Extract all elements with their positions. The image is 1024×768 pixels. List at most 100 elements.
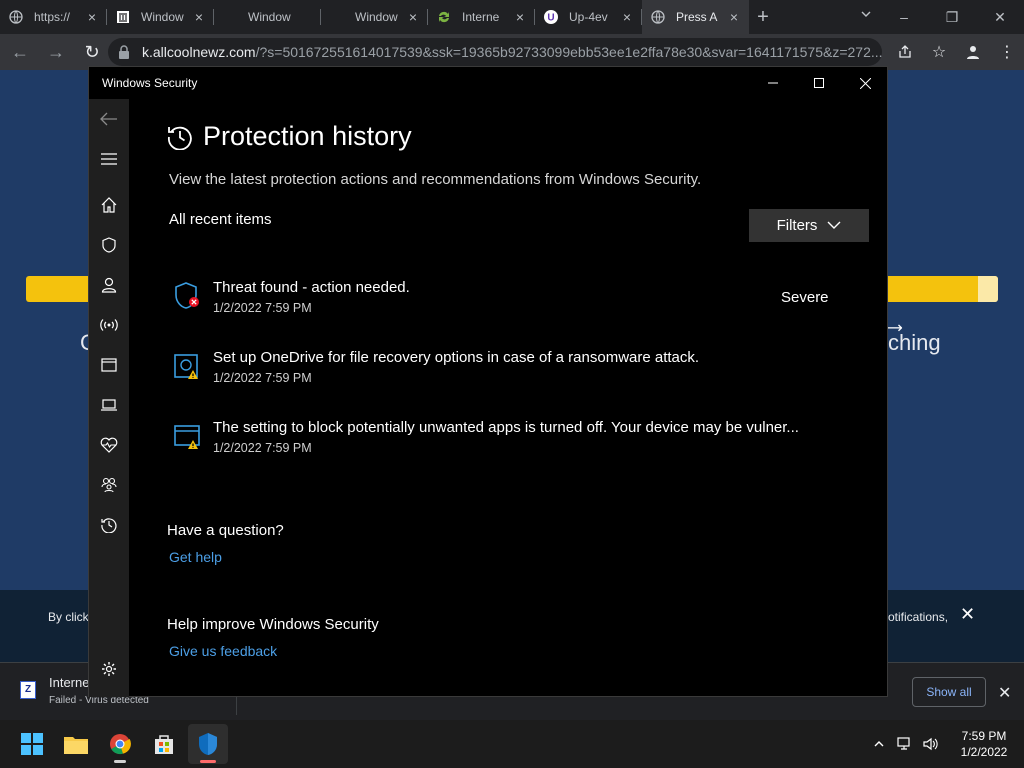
store-button[interactable] xyxy=(144,724,184,764)
profile-icon[interactable] xyxy=(956,44,990,60)
app-browser-icon[interactable] xyxy=(89,349,129,381)
start-button[interactable] xyxy=(12,724,52,764)
chevron-up-icon[interactable] xyxy=(866,738,892,750)
shield-icon[interactable] xyxy=(89,229,129,261)
url-text: k.allcoolnewz.com/?s=501672551614017539&… xyxy=(141,44,882,60)
network-icon[interactable] xyxy=(892,737,918,751)
browser-tab-7[interactable]: Press A × xyxy=(642,0,749,34)
page-description: View the latest protection actions and r… xyxy=(169,171,702,188)
browser-tab-2[interactable]: Window × xyxy=(107,0,214,34)
bank-icon xyxy=(115,9,131,25)
feedback-link[interactable]: Give us feedback xyxy=(169,643,277,659)
share-icon[interactable] xyxy=(888,45,922,59)
page-heading: Protection history xyxy=(203,121,412,151)
back-arrow-icon[interactable]: ← xyxy=(4,36,36,68)
browser-tab-6[interactable]: U Up-4ev × xyxy=(535,0,642,34)
show-all-button[interactable]: Show all xyxy=(912,677,986,707)
chevron-down-icon xyxy=(827,217,841,234)
hamburger-menu-icon[interactable] xyxy=(89,143,129,175)
minimize-button[interactable] xyxy=(750,67,796,99)
window-title-bar[interactable]: Windows Security xyxy=(89,67,887,99)
windows-security-button[interactable] xyxy=(188,724,228,764)
history-item[interactable]: Set up OneDrive for file recovery option… xyxy=(173,349,873,399)
tab-title: Up-4ev xyxy=(569,10,608,24)
bookmark-star-icon[interactable]: ☆ xyxy=(922,42,956,62)
banner-text: By click xyxy=(48,610,89,624)
close-icon[interactable]: × xyxy=(85,9,99,25)
maximize-button[interactable] xyxy=(796,67,842,99)
menu-kebab-icon[interactable]: ⋮ xyxy=(990,42,1024,62)
banner-text: otifications, xyxy=(888,610,949,624)
browser-tab-strip: https:// × Window × Window Window × Inte… xyxy=(0,0,1024,34)
file-explorer-button[interactable] xyxy=(56,724,96,764)
windows-logo-icon xyxy=(21,733,43,755)
download-filename: Interne xyxy=(49,675,90,690)
chevron-down-icon[interactable] xyxy=(860,8,872,23)
tab-title: Press A xyxy=(676,10,718,24)
close-icon[interactable]: × xyxy=(192,9,206,25)
filters-button[interactable]: Filters xyxy=(749,209,869,242)
close-icon[interactable]: × xyxy=(513,9,527,25)
browser-tab-5[interactable]: Interne × xyxy=(428,0,535,34)
history-item-time: 1/2/2022 7:59 PM xyxy=(213,371,312,385)
tab-title: Window xyxy=(355,10,398,24)
history-item[interactable]: The setting to block potentially unwante… xyxy=(173,419,873,469)
browser-toolbar: ← → ↻ k.allcoolnewz.com/?s=5016725516140… xyxy=(0,34,1024,70)
history-item-title: Threat found - action needed. xyxy=(213,279,410,296)
home-icon[interactable] xyxy=(89,189,129,221)
taskbar: 7:59 PM 1/2/2022 xyxy=(0,720,1024,768)
history-item-title: Set up OneDrive for file recovery option… xyxy=(213,349,700,366)
chrome-button[interactable] xyxy=(100,724,140,764)
close-icon[interactable]: × xyxy=(727,9,741,25)
volume-icon[interactable] xyxy=(918,737,944,751)
close-icon[interactable]: ✕ xyxy=(998,683,1011,703)
window-title: Windows Security xyxy=(102,76,198,90)
clock-date: 1/2/2022 xyxy=(960,745,1008,759)
protection-history-page: Protection history View the latest prote… xyxy=(129,99,887,697)
account-icon[interactable] xyxy=(89,269,129,301)
clock-time: 7:59 PM xyxy=(961,729,1007,743)
close-button[interactable] xyxy=(842,67,888,99)
history-icon[interactable] xyxy=(89,509,129,541)
history-item-time: 1/2/2022 7:59 PM xyxy=(213,441,312,455)
new-tab-button[interactable]: + xyxy=(749,6,777,29)
history-icon xyxy=(168,126,192,150)
forward-arrow-icon[interactable]: → xyxy=(40,36,72,68)
question-heading: Have a question? xyxy=(167,522,284,539)
close-window-button[interactable]: ✕ xyxy=(976,0,1024,34)
restore-button[interactable]: ❐ xyxy=(928,0,976,34)
family-icon[interactable] xyxy=(89,469,129,501)
minimize-button[interactable]: – xyxy=(880,0,928,34)
lock-icon[interactable] xyxy=(118,45,132,59)
security-sidebar xyxy=(89,99,129,697)
tab-title: Window xyxy=(141,10,184,24)
globe-icon xyxy=(650,9,666,25)
windows-security-window: Windows Security Protection history View… xyxy=(88,66,888,697)
filters-label: Filters xyxy=(776,217,818,234)
get-help-link[interactable]: Get help xyxy=(169,549,222,565)
sync-icon xyxy=(436,9,452,25)
file-icon: Z xyxy=(20,681,36,699)
address-bar[interactable]: k.allcoolnewz.com/?s=501672551614017539&… xyxy=(108,38,882,66)
onedrive-warning-icon xyxy=(173,351,201,381)
history-item[interactable]: Threat found - action needed. 1/2/2022 7… xyxy=(173,279,873,329)
system-clock[interactable]: 7:59 PM 1/2/2022 xyxy=(944,728,1024,760)
globe-icon xyxy=(8,9,24,25)
back-arrow-icon[interactable] xyxy=(89,103,129,135)
laptop-icon[interactable] xyxy=(89,389,129,421)
heart-pulse-icon[interactable] xyxy=(89,429,129,461)
close-icon[interactable]: ✕ xyxy=(960,604,975,625)
close-icon[interactable]: × xyxy=(406,9,420,25)
tab-title: Interne xyxy=(462,10,500,24)
tab-title: https:// xyxy=(34,10,71,24)
browser-tab-1[interactable]: https:// × xyxy=(0,0,107,34)
chrome-icon xyxy=(110,734,131,755)
reload-icon[interactable]: ↻ xyxy=(76,36,108,68)
browser-tab-4[interactable]: Window × xyxy=(321,0,428,34)
section-label: All recent items xyxy=(169,211,272,228)
browser-tab-3[interactable]: Window xyxy=(214,0,321,34)
settings-gear-icon[interactable] xyxy=(89,653,129,685)
close-icon[interactable]: × xyxy=(620,9,634,25)
wireless-icon[interactable] xyxy=(89,309,129,341)
folder-icon xyxy=(64,737,88,754)
